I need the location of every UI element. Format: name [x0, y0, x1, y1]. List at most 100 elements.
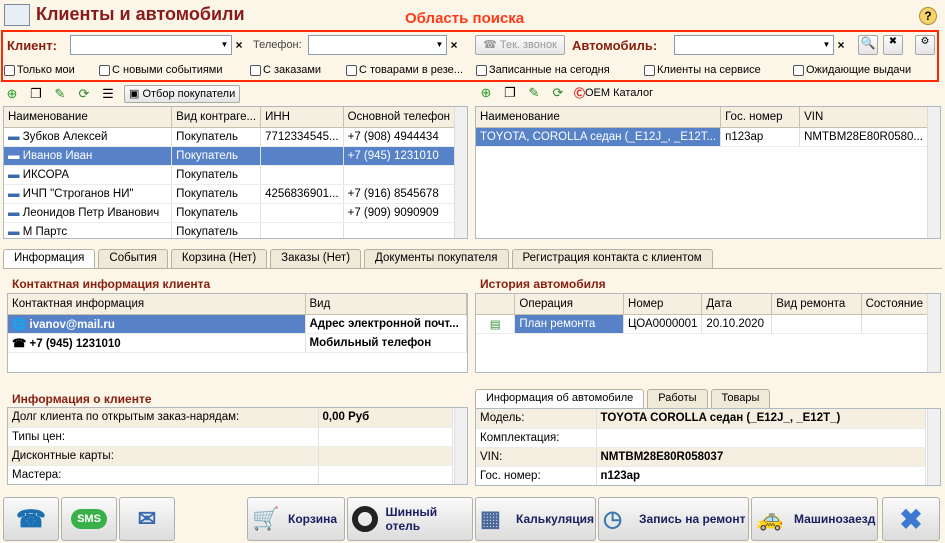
hierarchy-icon[interactable]: ☰	[100, 86, 116, 102]
table-row[interactable]: ▬ Иванов Иван Покупатель +7 (945) 1231010	[4, 146, 456, 166]
col-kind[interactable]: Вид	[305, 294, 467, 315]
contact-info-table: Контактная информация Вид 🌐 ivanov@mail.r…	[7, 293, 468, 373]
sms-icon: SMS	[71, 509, 107, 529]
vertical-scrollbar[interactable]	[927, 409, 940, 485]
email-icon: 🌐	[12, 318, 30, 331]
tab-info[interactable]: Информация	[3, 249, 96, 269]
select-buyers-button[interactable]: ▣ Отбор покупатели	[124, 85, 241, 103]
car-combo[interactable]: ▼	[674, 35, 834, 55]
car-icon: 🚕	[756, 506, 784, 531]
tab-events[interactable]: События	[98, 249, 168, 268]
tab-goods[interactable]: Товары	[710, 389, 771, 408]
oem-catalog-button[interactable]: Ⓒ OEM Каталог	[574, 85, 653, 101]
client-label: Клиент:	[7, 38, 57, 53]
phone-label: Телефон:	[253, 39, 302, 51]
tab-documents[interactable]: Документы покупателя	[364, 249, 509, 268]
filter-only-mine[interactable]: Только мои	[4, 64, 75, 76]
tab-car-info[interactable]: Информация об автомобиле	[475, 389, 645, 409]
col-plate[interactable]: Гос. номер	[720, 107, 801, 128]
table-row[interactable]: ▬ Зубков Алексей Покупатель 7712334545... +…	[4, 127, 456, 147]
vertical-scrollbar[interactable]	[927, 107, 940, 238]
col-inn[interactable]: ИНН	[260, 107, 344, 128]
main-tabs: Информация События Корзина (Нет) Заказы …	[3, 249, 713, 269]
table-row[interactable]: ▬ ИЧП "Строганов НИ" Покупатель 4256836901…	[4, 184, 456, 204]
col-repair-type[interactable]: Вид ремонта	[771, 294, 862, 315]
col-phone[interactable]: Основной телефон	[343, 107, 456, 128]
filter-reserved-goods[interactable]: С товарами в резе...	[346, 64, 463, 76]
close-icon: ✖	[899, 503, 923, 535]
list-item: Модель: TOYOTA COROLLA седан (_E12J_, _E1…	[476, 409, 926, 429]
car-tabs: Информация об автомобиле Работы Товары	[475, 389, 771, 409]
tab-works[interactable]: Работы	[647, 389, 708, 408]
vertical-scrollbar[interactable]	[927, 294, 940, 372]
close-button[interactable]: ✖	[882, 497, 940, 541]
col-operation[interactable]: Операция	[514, 294, 625, 315]
car-clear-icon[interactable]: ×	[834, 35, 848, 55]
phone-combo[interactable]: ▼	[308, 35, 447, 55]
table-row[interactable]: ▬ Леонидов Петр Иванович Покупатель +7 (90…	[4, 203, 456, 223]
table-row[interactable]: ▤ План ремонта ЦОА0000001 20.10.2020	[476, 314, 929, 334]
client-clear-icon[interactable]: ×	[232, 35, 246, 55]
car-arrival-button[interactable]: 🚕 Машинозаезд	[751, 497, 878, 541]
vertical-scrollbar[interactable]	[454, 107, 467, 238]
filter-booked-today[interactable]: Записанные на сегодня	[476, 64, 610, 76]
app-icon	[4, 4, 30, 26]
oem-icon: Ⓒ	[574, 88, 585, 100]
copy-icon[interactable]: ❐	[28, 86, 44, 102]
contact-info-title: Контактная информация клиента	[12, 277, 211, 291]
chevron-down-icon[interactable]: ▼	[218, 36, 231, 54]
chevron-down-icon[interactable]: ▼	[433, 36, 446, 54]
table-row[interactable]: ☎ +7 (945) 1231010 Мобильный телефон	[8, 333, 467, 353]
col-name[interactable]: Наименование	[4, 107, 173, 128]
add-icon[interactable]: ⊕	[4, 86, 20, 102]
vertical-scrollbar[interactable]	[454, 408, 467, 484]
filter-awaiting-pickup[interactable]: Ожидающие выдачи	[793, 64, 911, 76]
tab-cart[interactable]: Корзина (Нет)	[170, 249, 268, 268]
table-row[interactable]: ▬ ИКСОРА Покупатель	[4, 165, 456, 185]
clear-search-icon[interactable]: ✖	[883, 35, 903, 55]
col-number[interactable]: Номер	[623, 294, 703, 315]
col-type[interactable]: Вид контраге...	[171, 107, 262, 128]
current-call-button[interactable]: ☎ Тек. звонок	[475, 35, 565, 55]
filter-on-service[interactable]: Клиенты на сервисе	[644, 64, 761, 76]
col-state[interactable]: Состояние	[861, 294, 929, 315]
client-combo[interactable]: ▼	[70, 35, 232, 55]
send-sms-button[interactable]: SMS	[61, 497, 117, 541]
refresh-icon[interactable]: ⟳	[76, 86, 92, 102]
car-history-title: История автомобиля	[480, 277, 606, 291]
col-contact[interactable]: Контактная информация	[8, 294, 306, 315]
calculator-icon: ▦	[480, 506, 501, 531]
table-row[interactable]: TOYOTA, COROLLA седан (_E12J_, _E12T... п…	[476, 127, 928, 147]
col-vin[interactable]: VIN	[799, 107, 928, 128]
calculation-button[interactable]: ▦ Калькуляция	[475, 497, 596, 541]
tab-orders[interactable]: Заказы (Нет)	[270, 249, 362, 268]
chevron-down-icon[interactable]: ▼	[820, 36, 833, 54]
copy-icon[interactable]: ❐	[502, 85, 518, 101]
add-icon[interactable]: ⊕	[478, 85, 494, 101]
col-date[interactable]: Дата	[701, 294, 773, 315]
cart-button[interactable]: 🛒 Корзина	[247, 497, 345, 541]
col-car-name[interactable]: Наименование	[476, 107, 722, 128]
car-label: Автомобиль:	[572, 38, 658, 53]
send-email-button[interactable]: ✉	[119, 497, 175, 541]
list-item: Комплектация:	[476, 428, 926, 448]
phone-clear-icon[interactable]: ×	[447, 35, 461, 55]
edit-icon[interactable]: ✎	[52, 86, 68, 102]
call-client-button[interactable]: ☎	[3, 497, 59, 541]
table-row[interactable]: 🌐 ivanov@mail.ru Адрес электронной почт..…	[8, 314, 467, 334]
filter-with-orders[interactable]: С заказами	[250, 64, 321, 76]
list-item: Долг клиента по открытым заказ-нарядам: 0…	[8, 408, 453, 428]
refresh-icon[interactable]: ⟳	[550, 85, 566, 101]
search-icon[interactable]: 🔍	[858, 35, 878, 55]
book-repair-button[interactable]: ◷ Запись на ремонт	[598, 497, 749, 541]
phone-icon: ☎	[12, 337, 30, 350]
filter-new-events[interactable]: С новыми событиями	[99, 64, 223, 76]
email-icon: ✉	[137, 506, 157, 531]
phone-icon: ☎	[483, 39, 500, 51]
help-button[interactable]: ?	[919, 7, 937, 25]
edit-icon[interactable]: ✎	[526, 85, 542, 101]
tab-contact-registration[interactable]: Регистрация контакта с клиентом	[511, 249, 713, 268]
settings-icon[interactable]: ⚙	[915, 35, 935, 55]
tire-hotel-button[interactable]: Шинный отель	[347, 497, 473, 541]
table-row[interactable]: ▬ М Партс Покупатель	[4, 222, 456, 238]
